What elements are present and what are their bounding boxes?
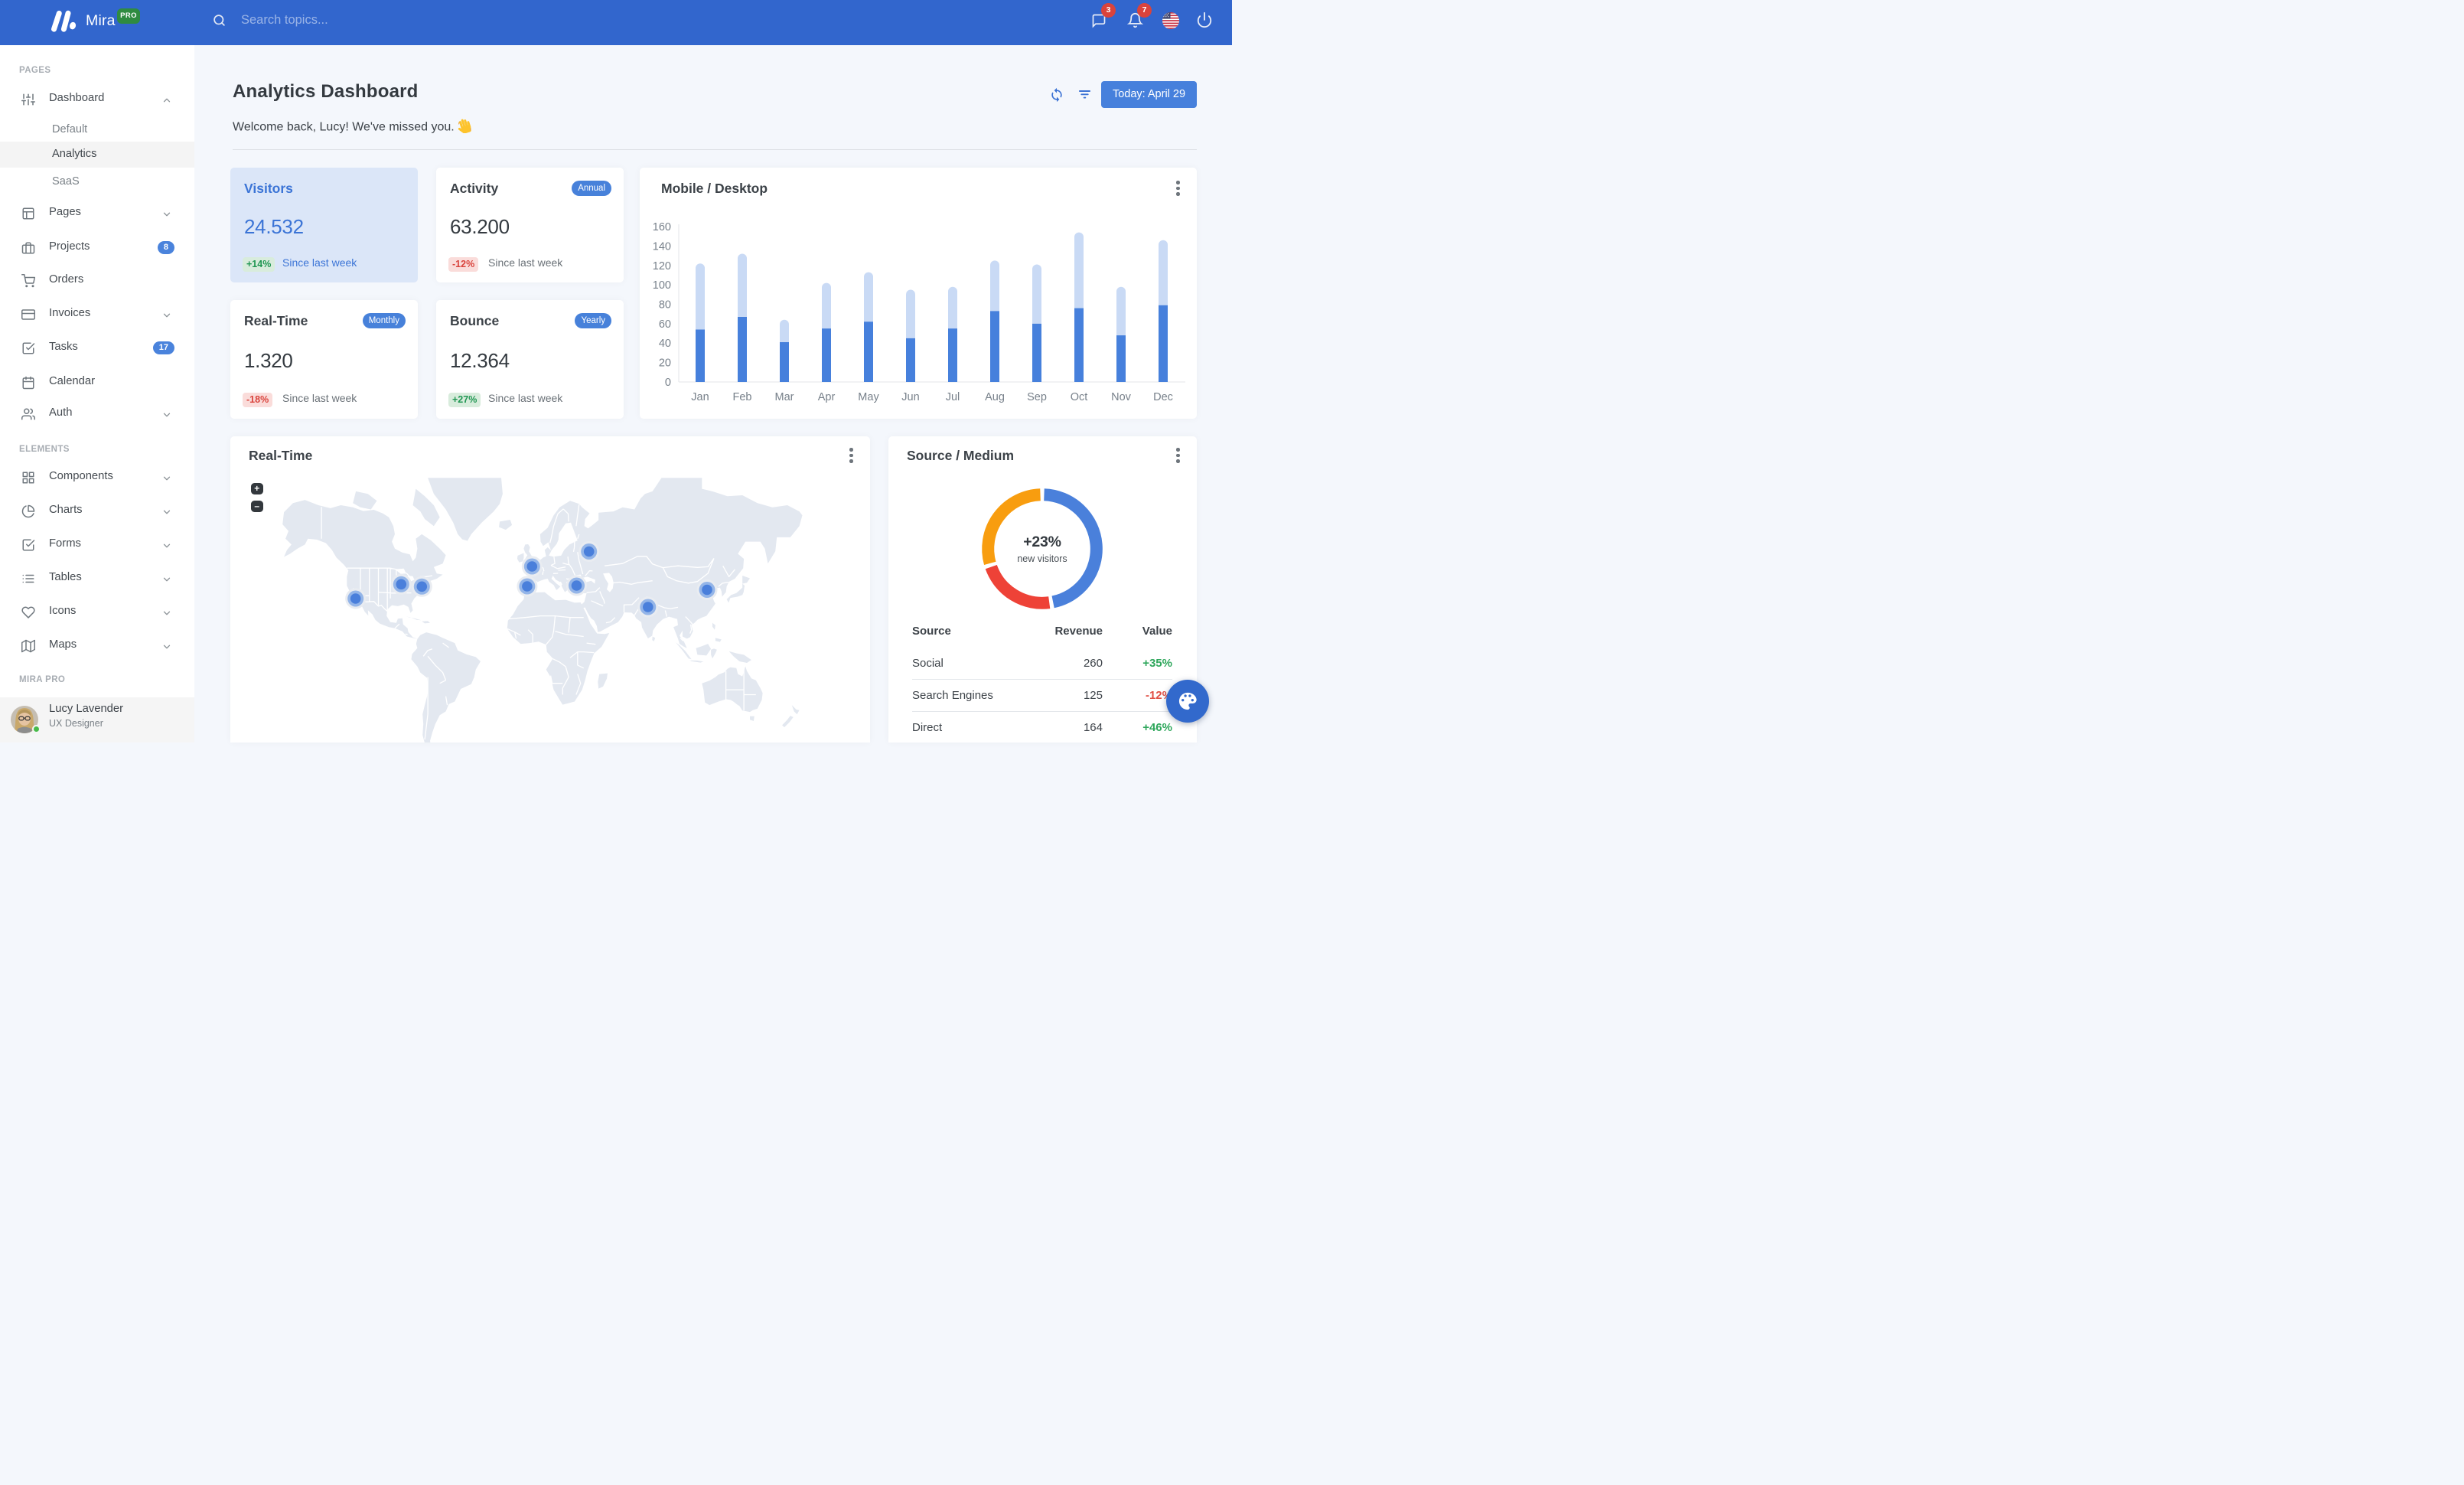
svg-text:Apr: Apr [818,391,836,403]
svg-text:Jan: Jan [691,391,709,403]
svg-text:140: 140 [653,240,671,253]
svg-text:May: May [858,391,879,403]
svg-text:160: 160 [653,221,671,233]
svg-text:Feb: Feb [733,391,752,403]
svg-text:Sep: Sep [1027,391,1047,403]
svg-text:Aug: Aug [985,391,1005,403]
svg-text:60: 60 [659,318,671,331]
svg-text:Jul: Jul [946,391,960,403]
svg-text:0: 0 [665,377,671,389]
svg-text:Jun: Jun [901,391,919,403]
svg-text:40: 40 [659,338,671,350]
svg-text:120: 120 [653,260,671,273]
svg-text:Oct: Oct [1071,391,1088,403]
svg-text:100: 100 [653,279,671,292]
svg-text:20: 20 [659,357,671,370]
svg-text:Nov: Nov [1111,391,1132,403]
svg-text:Mar: Mar [775,391,794,403]
svg-text:Dec: Dec [1153,391,1173,403]
svg-text:80: 80 [659,299,671,312]
